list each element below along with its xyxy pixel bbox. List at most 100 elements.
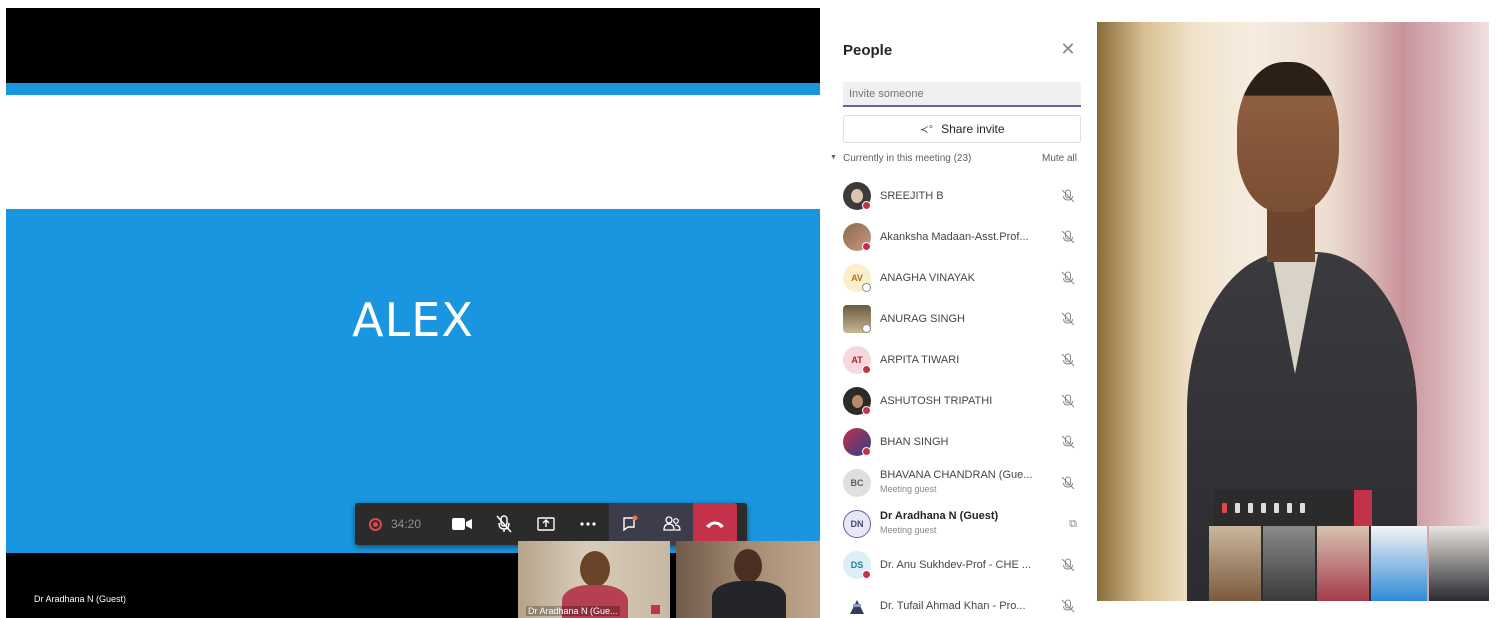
thumbnail-label: Dr Aradhana N (Gue... bbox=[526, 606, 620, 616]
section-label: Currently in this meeting (23) bbox=[843, 153, 972, 164]
mic-button[interactable] bbox=[483, 503, 525, 545]
chat-icon bbox=[1287, 503, 1292, 513]
participant-name: BHAN SINGH bbox=[880, 436, 949, 448]
slide-white-band bbox=[6, 95, 820, 209]
participant-name: ANURAG SINGH bbox=[880, 313, 965, 325]
collapse-caret-icon: ▼ bbox=[830, 154, 837, 161]
video-thumbnail[interactable] bbox=[1371, 526, 1427, 601]
camera-icon bbox=[452, 518, 472, 530]
video-person-head bbox=[1237, 62, 1339, 212]
share-invite-label: Share invite bbox=[941, 122, 1005, 136]
hang-up-icon bbox=[706, 521, 724, 528]
list-item[interactable]: Dr. Tufail Ahmad Khan - Pro... bbox=[827, 587, 1089, 618]
list-item[interactable]: SREEJITH B bbox=[827, 177, 1089, 218]
close-icon[interactable]: ✕ bbox=[1059, 40, 1077, 58]
status-busy-icon bbox=[862, 242, 871, 251]
mic-off-icon bbox=[1061, 599, 1075, 613]
mic-off-icon bbox=[1248, 503, 1253, 513]
video-thumbnail[interactable] bbox=[1317, 526, 1369, 601]
meeting-participants-section[interactable]: ▼ Currently in this meeting (23) Mute al… bbox=[827, 150, 1089, 170]
video-thumbnail[interactable] bbox=[1209, 526, 1261, 601]
mini-meeting-toolbar bbox=[1214, 490, 1372, 526]
status-away-icon bbox=[862, 283, 871, 292]
list-item[interactable]: DS Dr. Anu Sukhdev-Prof - CHE ... bbox=[827, 546, 1089, 587]
list-item[interactable]: AV ANAGHA VINAYAK bbox=[827, 259, 1089, 300]
participant-name: Dr Aradhana N (Guest) bbox=[880, 510, 999, 522]
participant-figure bbox=[734, 549, 762, 583]
participant-name: Akanksha Madaan-Asst.Prof... bbox=[880, 231, 1029, 243]
avatar: BC bbox=[843, 469, 871, 497]
participants-button[interactable] bbox=[651, 503, 693, 545]
mic-off-icon bbox=[496, 515, 512, 533]
people-icon bbox=[663, 516, 681, 531]
mic-off-icon bbox=[1061, 394, 1075, 408]
camera-icon bbox=[1235, 503, 1240, 513]
share-screen-icon bbox=[1261, 503, 1266, 513]
recording-indicator: 34:20 bbox=[355, 503, 441, 545]
video-thumbnail[interactable] bbox=[1429, 526, 1489, 601]
hang-up-button[interactable] bbox=[693, 503, 737, 545]
status-busy-icon bbox=[862, 447, 871, 456]
invite-input[interactable] bbox=[843, 82, 1081, 107]
mic-off-icon bbox=[1061, 230, 1075, 244]
list-item[interactable]: Akanksha Madaan-Asst.Prof... bbox=[827, 218, 1089, 259]
mic-off-icon bbox=[1061, 271, 1075, 285]
hang-up-icon bbox=[1354, 490, 1372, 526]
record-icon bbox=[369, 517, 382, 531]
more-icon bbox=[1274, 503, 1279, 513]
meeting-stage: ALEX 34:20 Dr Aradhana N (Guest) Dr Arad… bbox=[6, 8, 820, 618]
participant-role: Meeting guest bbox=[880, 525, 937, 535]
participant-list: SREEJITH B Akanksha Madaan-Asst.Prof... … bbox=[827, 177, 1089, 618]
chat-icon bbox=[623, 515, 638, 532]
participant-name: SREEJITH B bbox=[880, 190, 944, 202]
more-button[interactable] bbox=[567, 503, 609, 545]
share-invite-button[interactable]: ≺° Share invite bbox=[843, 115, 1081, 143]
mic-off-icon bbox=[1061, 558, 1075, 572]
screen: ALEX 34:20 Dr Aradhana N (Guest) Dr Arad… bbox=[0, 0, 1496, 618]
share-screen-button[interactable] bbox=[525, 503, 567, 545]
participant-thumbnail[interactable] bbox=[676, 541, 820, 618]
video-thumbnail-strip bbox=[1209, 526, 1489, 601]
avatar: DN bbox=[843, 510, 871, 538]
status-busy-icon bbox=[862, 406, 871, 415]
chat-button[interactable] bbox=[609, 503, 651, 545]
mic-off-icon bbox=[1061, 353, 1075, 367]
status-busy-icon bbox=[862, 201, 871, 210]
video-off-icon bbox=[651, 605, 660, 614]
participant-name: ASHUTOSH TRIPATHI bbox=[880, 395, 993, 407]
participant-name: ARPITA TIWARI bbox=[880, 354, 960, 366]
record-icon bbox=[1222, 503, 1227, 513]
video-thumbnail[interactable] bbox=[1263, 526, 1315, 601]
participant-figure-body bbox=[712, 581, 786, 618]
status-busy-icon bbox=[862, 570, 871, 579]
mic-off-icon bbox=[1061, 189, 1075, 203]
list-item[interactable]: BHAN SINGH bbox=[827, 423, 1089, 464]
list-item[interactable]: BC BHAVANA CHANDRAN (Gue... Meeting gues… bbox=[827, 464, 1089, 505]
more-icon bbox=[580, 522, 596, 526]
list-item[interactable]: AT ARPITA TIWARI bbox=[827, 341, 1089, 382]
panel-title: People bbox=[843, 42, 893, 59]
meeting-toolbar: 34:20 bbox=[355, 503, 747, 545]
share-icon: ≺° bbox=[919, 123, 934, 136]
camera-button[interactable] bbox=[441, 503, 483, 545]
mic-off-icon bbox=[1061, 476, 1075, 490]
people-icon bbox=[1300, 503, 1305, 513]
status-busy-icon bbox=[862, 365, 871, 374]
meeting-timer: 34:20 bbox=[391, 517, 422, 531]
mute-all-button[interactable]: Mute all bbox=[1042, 153, 1077, 164]
list-item[interactable]: DN Dr Aradhana N (Guest) Meeting guest ⧉ bbox=[827, 505, 1089, 546]
participant-name: ANAGHA VINAYAK bbox=[880, 272, 975, 284]
avatar bbox=[843, 592, 871, 618]
screen-share-icon: ⧉ bbox=[1069, 518, 1077, 530]
speaker-name-label: Dr Aradhana N (Guest) bbox=[34, 594, 127, 604]
list-item[interactable]: ANURAG SINGH bbox=[827, 300, 1089, 341]
people-panel: People ✕ ≺° Share invite ▼ Currently in … bbox=[827, 30, 1089, 618]
list-item[interactable]: ASHUTOSH TRIPATHI bbox=[827, 382, 1089, 423]
participant-thumbnail[interactable]: Dr Aradhana N (Gue... bbox=[518, 541, 670, 618]
participant-role: Meeting guest bbox=[880, 484, 937, 494]
participant-name: BHAVANA CHANDRAN (Gue... bbox=[880, 469, 1033, 481]
status-away-icon bbox=[862, 324, 871, 333]
share-screen-icon bbox=[537, 517, 555, 531]
slide-title: ALEX bbox=[352, 293, 474, 347]
participant-figure bbox=[580, 551, 610, 587]
